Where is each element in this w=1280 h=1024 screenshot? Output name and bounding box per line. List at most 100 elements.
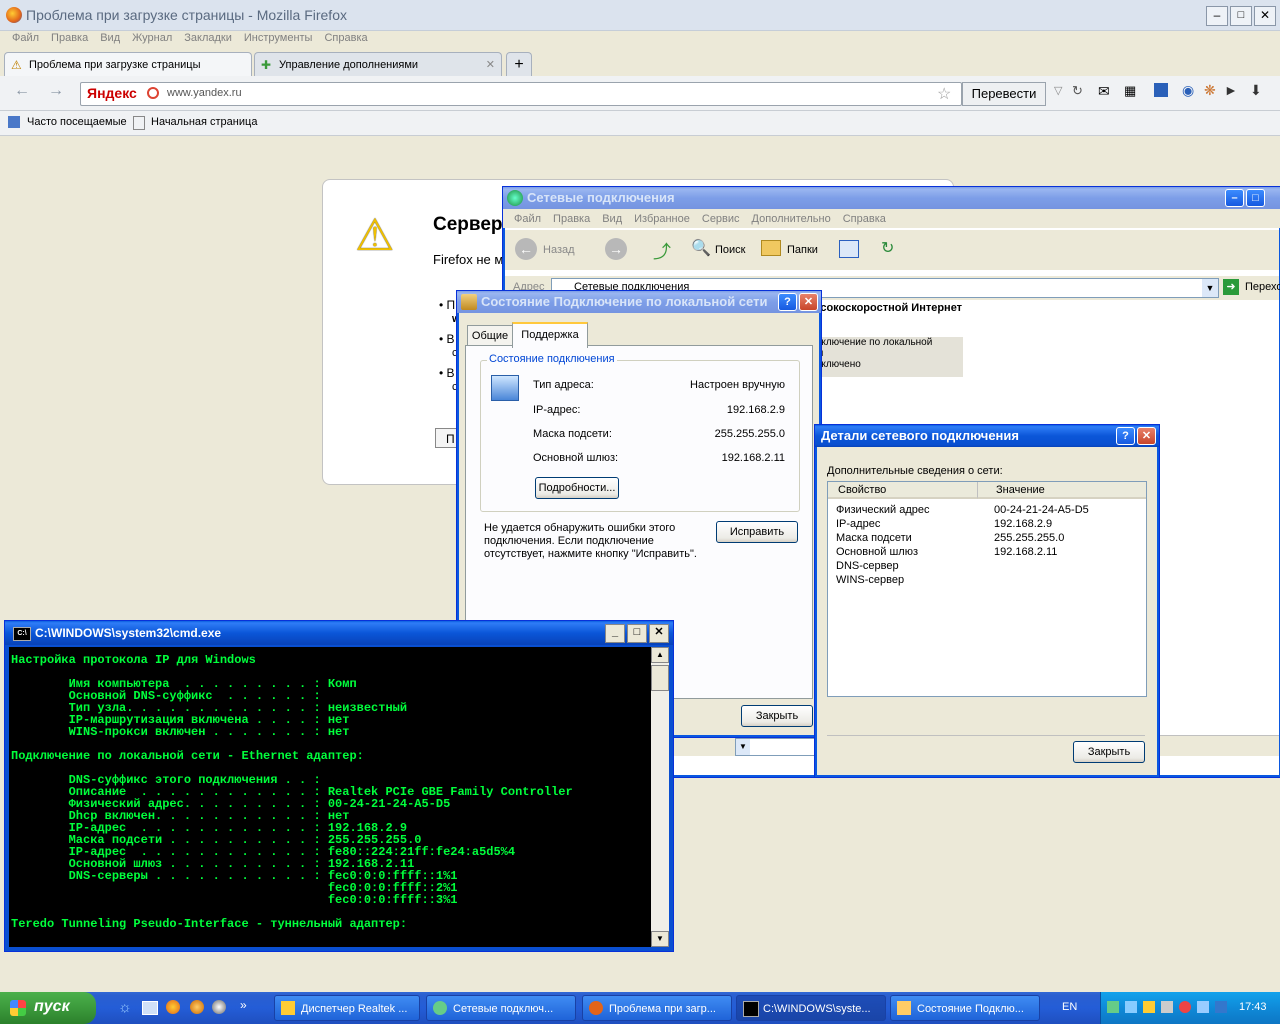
- forward-icon[interactable]: →: [605, 238, 627, 260]
- menu-advanced[interactable]: Дополнительно: [747, 213, 836, 225]
- maximize-button[interactable]: □: [1246, 189, 1265, 207]
- menu-tools[interactable]: Инструменты: [238, 32, 319, 50]
- refresh-icon[interactable]: ↻: [881, 238, 894, 258]
- media-quick-icon[interactable]: [212, 1000, 226, 1014]
- scroll-down-arrow[interactable]: ▼: [651, 931, 669, 947]
- taskbar-item-firefox[interactable]: Проблема при загр...: [582, 995, 732, 1021]
- back-arrow-icon[interactable]: ←: [14, 82, 30, 100]
- firefox-titlebar[interactable]: Проблема при загрузке страницы - Mozilla…: [0, 0, 1280, 31]
- app-quick-icon[interactable]: [190, 1000, 204, 1014]
- help-button[interactable]: ?: [778, 293, 797, 311]
- menu-view[interactable]: Вид: [94, 32, 126, 50]
- folders-label[interactable]: Папки: [787, 244, 818, 256]
- scroll-up-arrow[interactable]: ▲: [651, 647, 669, 663]
- scroll-thumb[interactable]: [651, 665, 669, 691]
- menu-tools[interactable]: Сервис: [697, 213, 745, 225]
- speaker-icon[interactable]: ►: [1224, 82, 1238, 98]
- menu-history[interactable]: Журнал: [126, 32, 178, 50]
- taskbar-item-status[interactable]: Состояние Подклю...: [890, 995, 1040, 1021]
- clock[interactable]: 17:43: [1239, 1001, 1267, 1013]
- dropdown-icon[interactable]: ▽: [1054, 84, 1062, 97]
- help-button[interactable]: ?: [1116, 427, 1135, 445]
- taskbar-item-cmd[interactable]: C:\WINDOWS\syste...: [736, 995, 886, 1021]
- overflow-chevron-icon[interactable]: »: [240, 998, 247, 1012]
- go-arrow-icon[interactable]: ➜: [1223, 279, 1239, 295]
- tab-general[interactable]: Общие: [467, 325, 513, 346]
- close-dialog-button[interactable]: Закрыть: [741, 705, 813, 727]
- folders-icon[interactable]: [761, 240, 781, 256]
- search-icon[interactable]: 🔍: [691, 238, 711, 258]
- tray-icon-volume[interactable]: [1143, 1001, 1155, 1013]
- tab-support[interactable]: Поддержка: [512, 322, 588, 348]
- search-label[interactable]: Поиск: [715, 244, 745, 256]
- column-header-value[interactable]: Значение: [978, 482, 1146, 499]
- up-folder-icon[interactable]: ⤴: [653, 238, 671, 264]
- cmd-output[interactable]: Настройка протокола IP для Windows Имя к…: [9, 647, 651, 947]
- taskbar-item-realtek[interactable]: Диспетчер Realtek ...: [274, 995, 420, 1021]
- bookmark-star-icon[interactable]: ☆: [937, 84, 951, 104]
- bookmark-home-page[interactable]: Начальная страница: [151, 116, 257, 128]
- close-button[interactable]: ✕: [799, 293, 818, 311]
- details-listview[interactable]: Свойство Значение Физический адрес 00-24…: [827, 481, 1147, 697]
- tray-icon-flag[interactable]: [1215, 1001, 1227, 1013]
- taskbar-item-netconn[interactable]: Сетевые подключ...: [426, 995, 576, 1021]
- new-tab-button[interactable]: +: [506, 52, 532, 76]
- menu-edit[interactable]: Правка: [548, 213, 595, 225]
- chevron-down-icon[interactable]: ▼: [736, 739, 750, 755]
- menu-edit[interactable]: Правка: [45, 32, 94, 50]
- cmd-scrollbar[interactable]: ▲ ▼: [651, 647, 669, 947]
- status-dialog-titlebar[interactable]: Состояние Подключение по локальной сети …: [457, 291, 821, 313]
- tray-icon-network2[interactable]: [1197, 1001, 1209, 1013]
- minimize-button[interactable]: –: [1225, 189, 1244, 207]
- go-label[interactable]: Переход: [1245, 281, 1280, 293]
- firefox-quick-icon[interactable]: [166, 1000, 180, 1014]
- back-icon[interactable]: ←: [515, 238, 537, 260]
- tray-icon-alert[interactable]: [1179, 1001, 1191, 1013]
- tray-icon-network[interactable]: [1107, 1001, 1119, 1013]
- chevron-down-icon[interactable]: ▼: [1202, 279, 1218, 297]
- menu-file[interactable]: Файл: [6, 32, 45, 50]
- menu-help[interactable]: Справка: [318, 32, 373, 50]
- tab-close-icon[interactable]: ✕: [486, 53, 495, 77]
- details-button[interactable]: Подробности...: [535, 477, 619, 499]
- close-dialog-button[interactable]: Закрыть: [1073, 741, 1145, 763]
- menu-bookmarks[interactable]: Закладки: [178, 32, 238, 50]
- maximize-button[interactable]: □: [627, 624, 647, 643]
- back-label[interactable]: Назад: [543, 244, 575, 256]
- start-button[interactable]: пуск: [0, 992, 96, 1024]
- views-icon[interactable]: [839, 240, 859, 258]
- search-engine-logo[interactable]: Яндекс: [87, 85, 137, 101]
- menu-help[interactable]: Справка: [838, 213, 891, 225]
- bookmark-most-visited[interactable]: Часто посещаемые: [27, 116, 127, 128]
- ie-icon[interactable]: ☼: [118, 999, 132, 1016]
- minimize-button[interactable]: –: [1206, 6, 1228, 26]
- settings-icon[interactable]: ❋: [1204, 82, 1216, 99]
- close-button[interactable]: ✕: [1254, 6, 1276, 26]
- details-dialog-titlebar[interactable]: Детали сетевого подключения ? ✕: [815, 425, 1159, 447]
- globe-icon[interactable]: ◉: [1182, 82, 1194, 99]
- language-indicator[interactable]: EN: [1062, 1001, 1077, 1013]
- translate-button[interactable]: Перевести: [962, 82, 1046, 106]
- maximize-button[interactable]: □: [1230, 6, 1252, 26]
- url-text[interactable]: www.yandex.ru: [167, 87, 242, 99]
- tab-addons[interactable]: ✚ Управление дополнениями ✕: [254, 52, 502, 76]
- connection-item[interactable]: Подключение по локальной сети Подключено: [803, 337, 963, 377]
- tray-icon-monitor[interactable]: [1161, 1001, 1173, 1013]
- network-connections-titlebar[interactable]: Сетевые подключения – □: [503, 187, 1280, 209]
- cmd-titlebar[interactable]: C:\ C:\WINDOWS\system32\cmd.exe _ □ ✕: [5, 621, 673, 645]
- arrow-down-icon[interactable]: ⬇: [1250, 82, 1262, 99]
- tab-error-page[interactable]: ⚠ Проблема при загрузке страницы: [4, 52, 252, 76]
- mail-icon[interactable]: ✉: [1098, 83, 1110, 100]
- menu-file[interactable]: Файл: [509, 213, 546, 225]
- grid-icon[interactable]: ▦: [1124, 83, 1136, 99]
- column-header-property[interactable]: Свойство: [828, 482, 978, 499]
- tray-icon-arrows[interactable]: [1125, 1001, 1137, 1013]
- addon-icon[interactable]: [1154, 83, 1168, 97]
- close-button[interactable]: ✕: [649, 624, 669, 643]
- menu-favorites[interactable]: Избранное: [629, 213, 695, 225]
- forward-arrow-icon[interactable]: →: [48, 82, 64, 100]
- reload-icon[interactable]: ↻: [1072, 83, 1083, 99]
- url-bar[interactable]: Яндекс www.yandex.ru ☆: [80, 82, 962, 106]
- desktop-icon[interactable]: [142, 1001, 158, 1015]
- minimize-button[interactable]: _: [605, 624, 625, 643]
